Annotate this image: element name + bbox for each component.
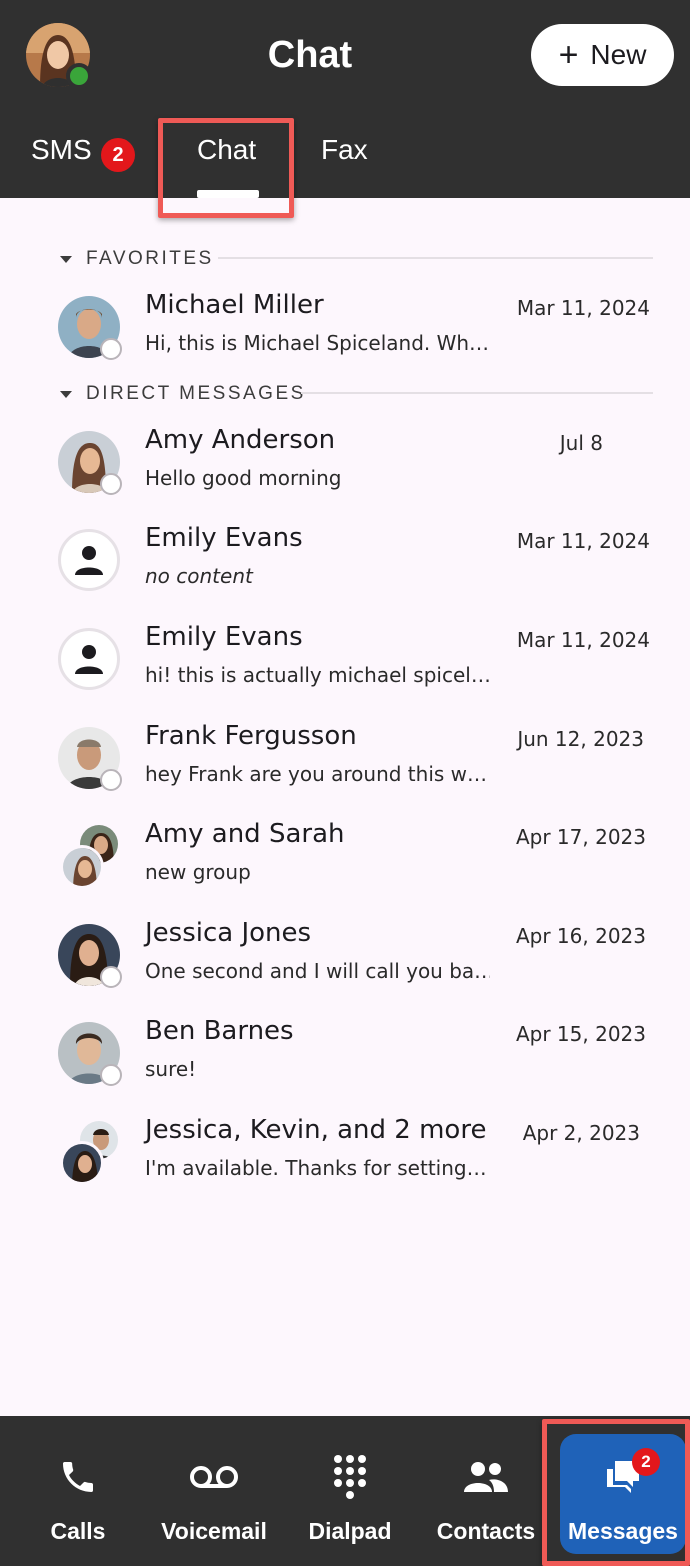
conversation-row[interactable]: Emily Evans hi! this is actually michael… bbox=[0, 622, 690, 718]
contact-avatar bbox=[58, 924, 122, 988]
dialpad-icon bbox=[332, 1454, 368, 1500]
contact-name: Amy and Sarah bbox=[145, 819, 345, 849]
conversation-row[interactable]: Ben Barnes sure! Apr 15, 2023 bbox=[0, 1016, 690, 1112]
message-date: Mar 11, 2024 bbox=[516, 628, 650, 652]
contact-avatar bbox=[58, 727, 122, 791]
contact-avatar-placeholder bbox=[58, 529, 122, 593]
favorites-label: FAVORITES bbox=[86, 248, 214, 269]
tab-fax[interactable]: Fax bbox=[321, 134, 368, 166]
person-icon bbox=[75, 546, 103, 575]
message-preview: new group bbox=[145, 860, 251, 884]
contact-avatar bbox=[58, 296, 122, 360]
message-preview: Hello good morning bbox=[145, 466, 342, 490]
section-divider bbox=[301, 392, 653, 394]
favorites-section-header[interactable]: FAVORITES bbox=[60, 248, 214, 270]
contact-name: Frank Fergusson bbox=[145, 721, 357, 751]
conversation-row[interactable]: Michael Miller Hi, this is Michael Spice… bbox=[0, 290, 690, 386]
contact-avatar bbox=[58, 1022, 122, 1086]
nav-calls[interactable]: Calls bbox=[10, 1416, 146, 1566]
contact-name: Amy Anderson bbox=[145, 425, 336, 455]
presence-offline-indicator bbox=[100, 338, 122, 360]
presence-offline-indicator bbox=[100, 1064, 122, 1086]
contacts-icon bbox=[462, 1454, 510, 1500]
contact-name: Emily Evans bbox=[145, 523, 303, 553]
message-date: Jul 8 bbox=[559, 431, 603, 455]
message-preview: hi! this is actually michael spicel… bbox=[145, 663, 490, 687]
contact-name: Michael Miller bbox=[145, 290, 324, 320]
nav-dialpad-label: Dialpad bbox=[308, 1518, 392, 1544]
presence-offline-indicator bbox=[100, 966, 122, 988]
message-preview: Hi, this is Michael Spiceland. Wh… bbox=[145, 331, 490, 355]
voicemail-icon bbox=[189, 1454, 239, 1500]
conversation-row[interactable]: Amy and Sarah new group Apr 17, 2023 bbox=[0, 819, 690, 915]
new-button[interactable]: + New bbox=[531, 24, 674, 86]
conversation-row[interactable]: Jessica, Kevin, and 2 more I'm available… bbox=[0, 1115, 690, 1211]
contact-avatar bbox=[58, 431, 122, 495]
contact-name: Jessica Jones bbox=[145, 918, 312, 948]
sms-unread-badge: 2 bbox=[101, 138, 135, 172]
plus-icon: + bbox=[558, 36, 579, 74]
message-date: Jun 12, 2023 bbox=[517, 727, 644, 751]
new-button-label: New bbox=[590, 39, 647, 70]
contact-name: Ben Barnes bbox=[145, 1016, 294, 1046]
page-title: Chat bbox=[267, 34, 353, 76]
message-preview: hey Frank are you around this w… bbox=[145, 762, 488, 786]
person-icon bbox=[75, 645, 103, 674]
presence-offline-indicator bbox=[100, 473, 122, 495]
contact-avatar-placeholder bbox=[58, 628, 122, 692]
direct-messages-label: DIRECT MESSAGES bbox=[86, 383, 306, 404]
contact-name: Jessica, Kevin, and 2 more bbox=[145, 1115, 487, 1145]
message-preview: I'm available. Thanks for setting… bbox=[145, 1156, 487, 1180]
message-date: Apr 2, 2023 bbox=[522, 1121, 640, 1145]
message-date: Apr 15, 2023 bbox=[515, 1022, 646, 1046]
conversation-row[interactable]: Emily Evans no content Mar 11, 2024 bbox=[0, 523, 690, 619]
group-avatar bbox=[58, 823, 122, 889]
caret-down-icon bbox=[60, 390, 72, 398]
messages-nav-highlight bbox=[542, 1419, 690, 1566]
nav-dialpad[interactable]: Dialpad bbox=[282, 1416, 418, 1566]
phone-icon bbox=[58, 1454, 98, 1500]
nav-voicemail[interactable]: Voicemail bbox=[146, 1416, 282, 1566]
group-avatar bbox=[58, 1119, 122, 1185]
conversation-row[interactable]: Frank Fergusson hey Frank are you around… bbox=[0, 721, 690, 817]
caret-down-icon bbox=[60, 255, 72, 263]
presence-offline-indicator bbox=[100, 769, 122, 791]
message-date: Apr 17, 2023 bbox=[515, 825, 646, 849]
message-preview: sure! bbox=[145, 1057, 197, 1081]
conversation-row[interactable]: Jessica Jones One second and I will call… bbox=[0, 918, 690, 1014]
message-date: Apr 16, 2023 bbox=[515, 924, 646, 948]
chat-tab-highlight bbox=[158, 118, 294, 218]
nav-voicemail-label: Voicemail bbox=[161, 1518, 267, 1544]
conversation-row[interactable]: Amy Anderson Hello good morning Jul 8 bbox=[0, 425, 690, 521]
contact-name: Emily Evans bbox=[145, 622, 303, 652]
direct-messages-section-header[interactable]: DIRECT MESSAGES bbox=[60, 383, 306, 405]
message-preview: no content bbox=[145, 564, 253, 588]
nav-contacts-label: Contacts bbox=[436, 1518, 536, 1544]
app-header: Chat + New SMS 2 Chat Fax bbox=[0, 0, 690, 198]
message-preview: One second and I will call you ba… bbox=[145, 959, 490, 983]
message-date: Mar 11, 2024 bbox=[516, 529, 650, 553]
section-divider bbox=[218, 257, 653, 259]
message-date: Mar 11, 2024 bbox=[516, 296, 650, 320]
nav-calls-label: Calls bbox=[50, 1518, 106, 1544]
nav-contacts[interactable]: Contacts bbox=[418, 1416, 554, 1566]
tab-sms[interactable]: SMS bbox=[31, 134, 92, 166]
